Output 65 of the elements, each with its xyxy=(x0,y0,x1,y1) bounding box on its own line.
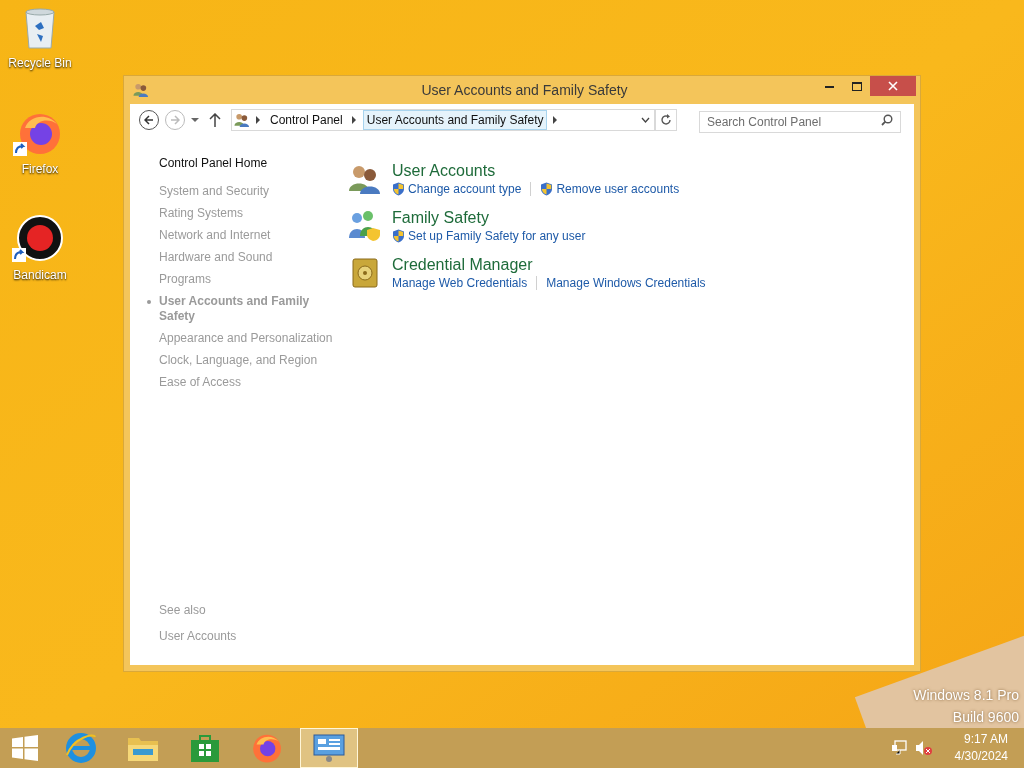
clock[interactable]: 9:17 AM 4/30/2024 xyxy=(954,731,1008,765)
record-button-icon xyxy=(16,214,64,262)
e-logo-icon xyxy=(64,731,98,765)
desktop-icon-label[interactable]: Recycle Bin xyxy=(8,54,72,72)
sidebar-link[interactable]: System and Security xyxy=(159,184,340,199)
category-heading-link[interactable]: Credential Manager xyxy=(392,255,706,274)
people-icon xyxy=(234,112,250,128)
task-link[interactable]: Manage Web Credentials xyxy=(392,274,528,292)
category-heading-link[interactable]: Family Safety xyxy=(392,208,586,227)
firefox-icon xyxy=(251,732,283,764)
right-arrow-icon xyxy=(170,115,180,125)
search-icon xyxy=(881,114,893,126)
monitor-icon xyxy=(313,733,345,763)
breadcrumb[interactable]: Control Panel xyxy=(267,110,346,130)
see-also-heading: See also xyxy=(159,602,207,619)
left-arrow-icon xyxy=(144,115,154,125)
category-heading-link[interactable]: User Accounts xyxy=(392,161,680,180)
address-bar[interactable]: Control Panel User Accounts and Family Safety xyxy=(231,109,655,131)
desktop-icon-label[interactable]: Bandicam xyxy=(13,266,67,284)
sidebar-link[interactable]: User Accounts and Family Safety xyxy=(159,294,340,324)
window-title: User Accounts and Family Safety xyxy=(421,80,628,100)
desktop-icon-label[interactable]: Firefox xyxy=(21,160,59,178)
minimize-icon xyxy=(825,84,834,88)
chevron-right-icon[interactable] xyxy=(351,116,357,124)
edition-text: Build 9600 xyxy=(952,708,1019,727)
shortcut-arrow-icon xyxy=(13,142,27,156)
task-link[interactable]: Manage Windows Credentials xyxy=(546,274,706,292)
chevron-right-icon[interactable] xyxy=(256,116,261,124)
sidebar-link[interactable]: Network and Internet xyxy=(159,228,340,243)
maximize-icon xyxy=(851,81,862,91)
close-icon xyxy=(888,81,898,91)
search-field[interactable]: Search Control Panel xyxy=(699,111,901,133)
shield-icon xyxy=(540,182,554,196)
sidebar-link[interactable]: Clock, Language, and Region xyxy=(159,353,340,368)
family-icon xyxy=(348,210,382,242)
sidebar-link[interactable]: Ease of Access xyxy=(159,375,340,390)
sidebar-link[interactable]: Appearance and Personalization xyxy=(159,331,340,346)
shortcut-arrow-icon xyxy=(12,248,26,262)
people-icon xyxy=(133,82,149,98)
shopping-bag-icon xyxy=(190,733,220,763)
shield-icon xyxy=(392,229,405,243)
breadcrumb[interactable]: User Accounts and Family Safety xyxy=(362,110,548,130)
vault-icon xyxy=(350,257,380,289)
sidebar-link[interactable]: User Accounts xyxy=(159,627,340,645)
chevron-down-icon[interactable] xyxy=(641,117,650,123)
sidebar-link[interactable]: Hardware and Sound xyxy=(159,250,340,265)
task-link[interactable]: Set up Family Safety for any user xyxy=(408,227,586,245)
speaker-muted-icon[interactable] xyxy=(914,740,933,756)
taskbar-app-button[interactable] xyxy=(300,728,358,768)
edition-text: Windows 8.1 Pro xyxy=(913,686,1019,705)
sidebar-link[interactable]: Rating Systems xyxy=(159,206,340,221)
refresh-button[interactable] xyxy=(655,109,677,131)
people-icon xyxy=(348,163,382,195)
sidebar-link[interactable]: Programs xyxy=(159,272,340,287)
windows-logo-icon xyxy=(12,735,38,761)
task-link[interactable]: Change account type xyxy=(408,180,522,198)
up-arrow-icon[interactable] xyxy=(209,113,221,127)
recycle-bin-icon xyxy=(23,6,57,50)
shield-icon xyxy=(392,182,405,196)
sidebar-link[interactable]: Control Panel Home xyxy=(159,154,340,172)
chevron-right-icon[interactable] xyxy=(553,116,559,124)
network-icon[interactable] xyxy=(890,740,907,756)
dropdown-caret-icon[interactable] xyxy=(191,117,199,123)
task-link[interactable]: Remove user accounts xyxy=(556,180,680,198)
refresh-icon xyxy=(660,114,672,126)
